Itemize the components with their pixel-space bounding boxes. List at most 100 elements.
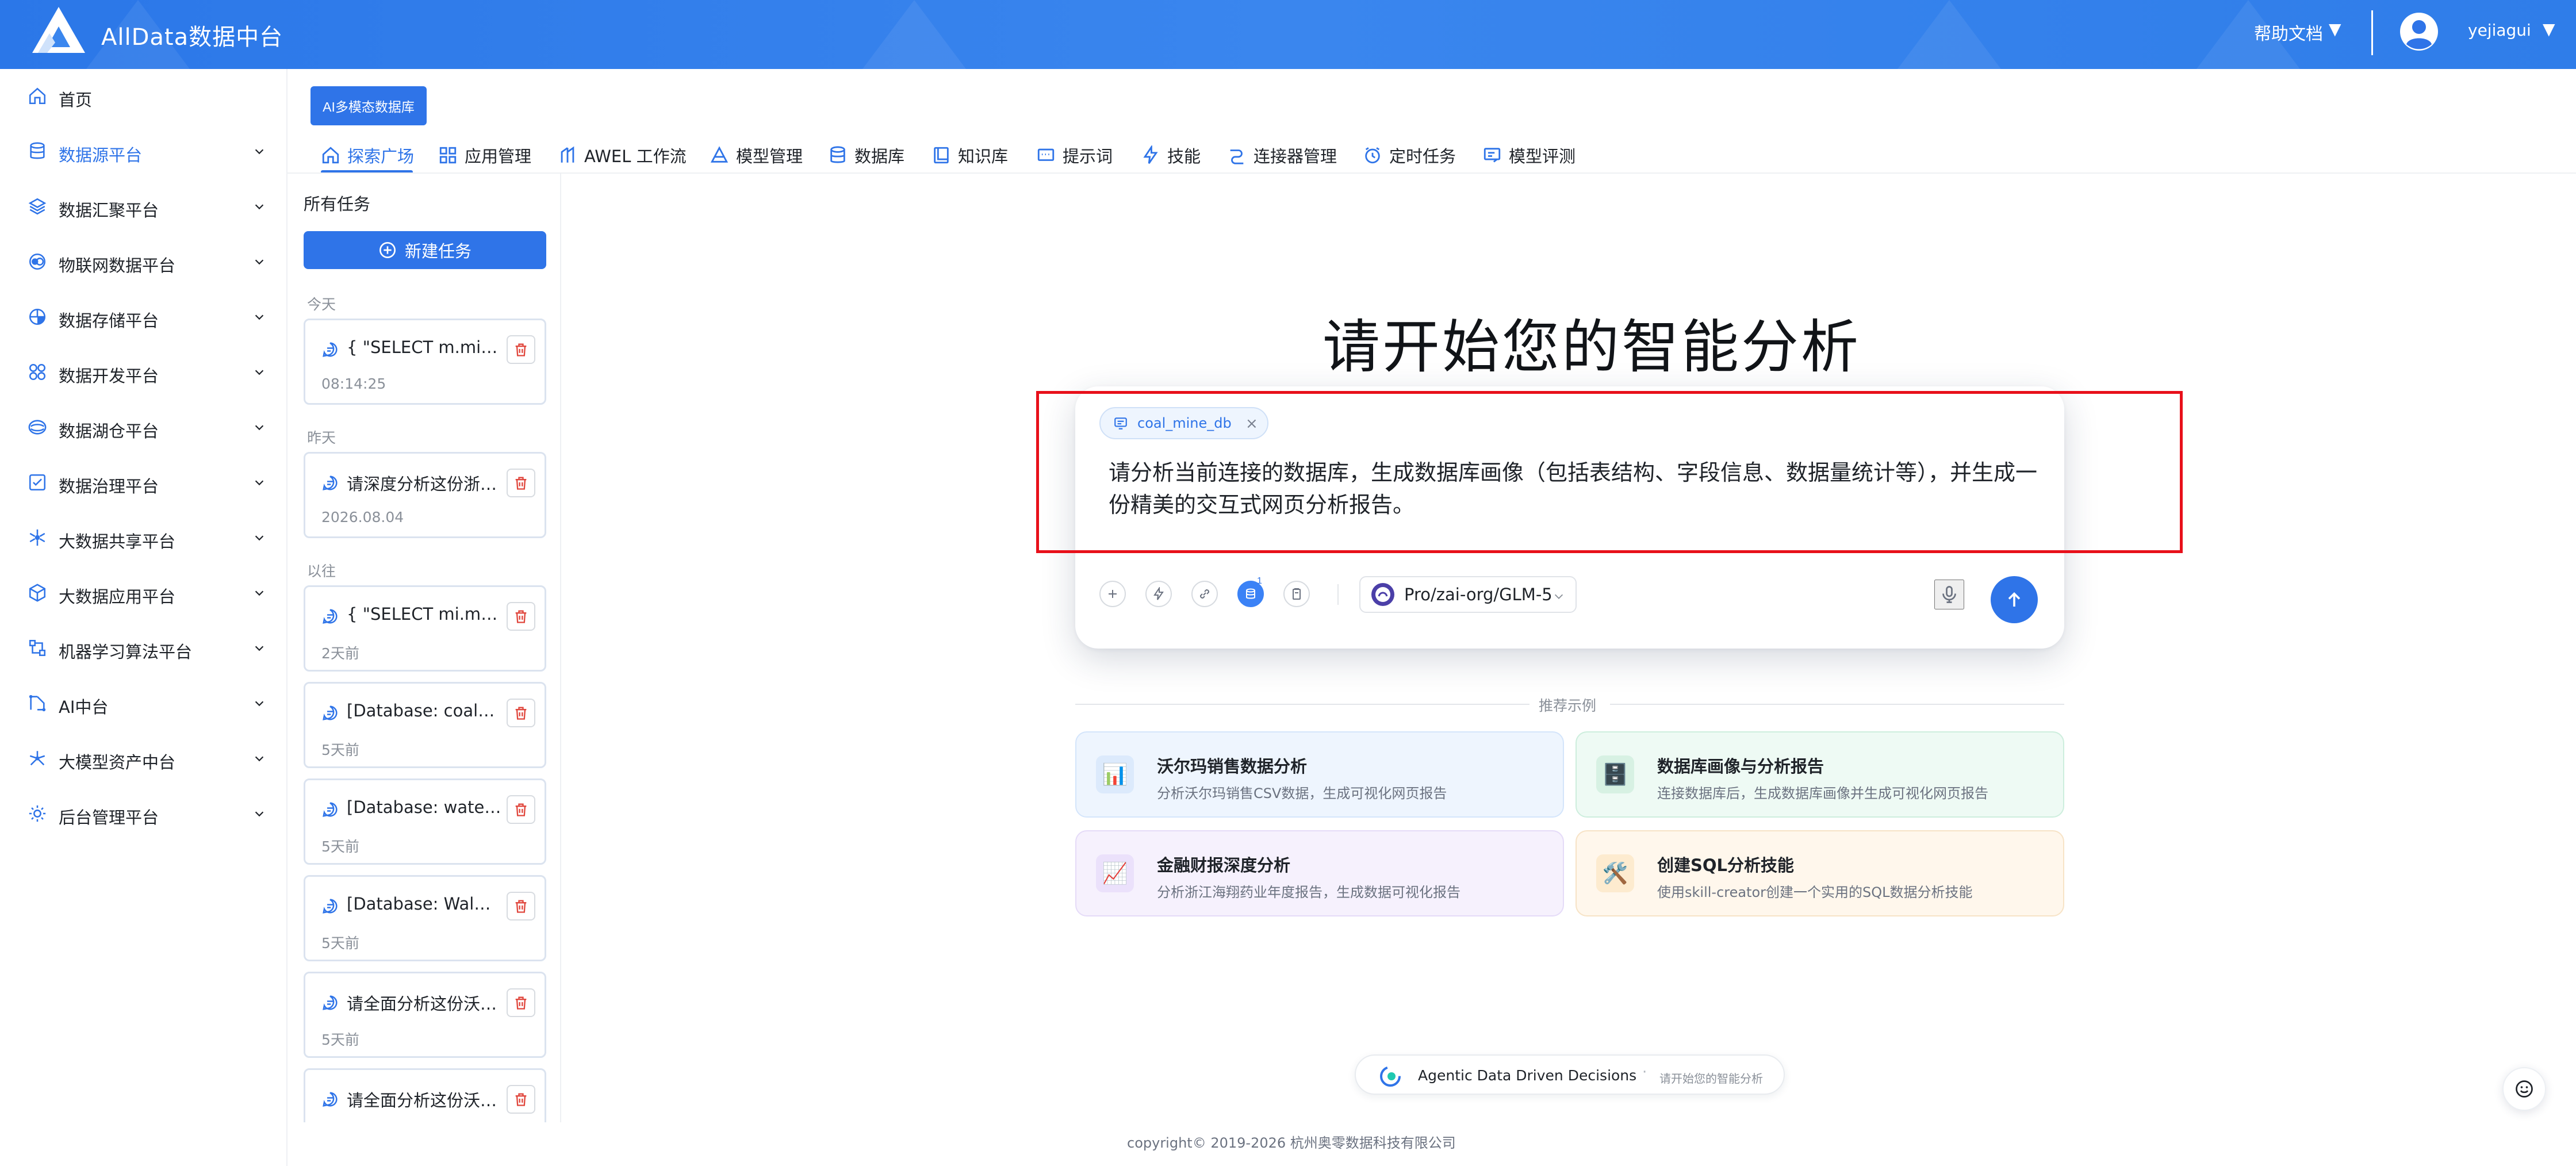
chip-close-icon[interactable]: × — [1245, 415, 1258, 432]
task-time: 08:14:25 — [321, 375, 386, 392]
help-dropdown-arrow-icon[interactable]: ▼ — [2329, 20, 2341, 39]
delete-task-button[interactable] — [507, 602, 535, 631]
alldata-logo-icon[interactable] — [30, 5, 87, 55]
delete-task-button[interactable] — [507, 988, 535, 1017]
example-card-financial[interactable]: 📈 金融财报深度分析 分析浙江海翔药业年度报告，生成数据可视化报告 — [1075, 830, 1564, 916]
user-dropdown-arrow-icon[interactable]: ▼ — [2543, 20, 2555, 39]
delete-task-button[interactable] — [507, 469, 535, 497]
bolt-icon — [1153, 587, 1164, 600]
task-title: 请全面分析这份沃尔玛销售数据 — [347, 1091, 502, 1110]
skills-button[interactable] — [1145, 581, 1172, 607]
sidebar: 首页 数据源平台 数据汇聚平台 物联网数据平台 数据存储平台 数据开发平台 数据… — [0, 69, 288, 1166]
task-time: 5天前 — [321, 742, 359, 758]
example-card-sql-skill[interactable]: 🛠️ 创建SQL分析技能 使用skill-creator创建一个实用的SQL数据… — [1575, 830, 2064, 916]
sidebar-item-lakehouse[interactable]: 数据湖仓平台 — [0, 400, 285, 455]
task-card[interactable]: [Database: coal_mine_db] 5天前 — [304, 682, 546, 768]
tab-model-evaluation[interactable]: 模型评测 — [1482, 137, 1575, 174]
chevron-down-icon — [255, 811, 264, 817]
tab-explore[interactable]: 探索广场 — [321, 137, 414, 174]
sidebar-item-ml[interactable]: 机器学习算法平台 — [0, 621, 285, 676]
delete-task-button[interactable] — [507, 1085, 535, 1114]
send-button[interactable] — [1991, 576, 2038, 623]
link-button[interactable] — [1191, 581, 1218, 607]
tab-apps[interactable]: 应用管理 — [438, 137, 531, 174]
clipboard-button[interactable] — [1283, 581, 1310, 607]
task-title: [Database: coal_mine_db] — [347, 701, 502, 720]
trash-icon — [515, 803, 527, 816]
tab-label: AWEL 工作流 — [584, 147, 687, 166]
ai-multimodal-db-tag[interactable]: AI多模态数据库 — [310, 86, 427, 125]
clipboard-icon — [1293, 588, 1301, 600]
database-icon — [30, 142, 45, 159]
user-avatar-icon[interactable] — [2399, 11, 2439, 52]
sidebar-item-iot[interactable]: 物联网数据平台 — [0, 235, 285, 290]
task-card[interactable]: 请深度分析这份浙江海翔药业年度报告 2026.08.04 — [304, 452, 546, 538]
sidebar-item-development[interactable]: 数据开发平台 — [0, 345, 285, 400]
chevron-down-icon — [255, 149, 264, 155]
task-card[interactable]: 请全面分析这份沃尔玛销售数据 — [304, 1068, 546, 1122]
task-card[interactable]: [Database: Walmart_sales] 5天前 — [304, 875, 546, 961]
sidebar-item-home[interactable]: 首页 — [0, 69, 285, 124]
sidebar-item-ai[interactable]: AI中台 — [0, 676, 285, 731]
task-title: { "SELECT mi.mine_name" — [347, 604, 502, 624]
task-time: 5天前 — [321, 935, 359, 952]
sidebar-item-sharing[interactable]: 大数据共享平台 — [0, 511, 285, 566]
tab-models[interactable]: 模型管理 — [710, 137, 803, 174]
task-time: 2026.08.04 — [321, 509, 404, 526]
tab-prompts[interactable]: 提示词 — [1036, 137, 1113, 174]
sidebar-item-label: 数据湖仓平台 — [59, 421, 159, 441]
smiley-icon — [2516, 1080, 2533, 1098]
line-chart-icon: 📈 — [1096, 854, 1134, 892]
database-tool-button[interactable]: 1 — [1237, 576, 1264, 607]
task-title: [Database: Walmart_sales] — [347, 894, 502, 914]
trash-icon — [515, 900, 527, 913]
sidebar-item-model-asset[interactable]: 大模型资产中台 — [0, 731, 285, 787]
delete-task-button[interactable] — [507, 795, 535, 824]
chevron-down-icon — [255, 314, 264, 320]
sidebar-item-storage[interactable]: 数据存储平台 — [0, 290, 285, 345]
tab-connectors[interactable]: 连接器管理 — [1227, 137, 1337, 174]
examples-divider-left — [1075, 704, 1529, 705]
model-icon — [710, 146, 729, 163]
prompt-input[interactable]: 请分析当前连接的数据库，生成数据库画像（包括表结构、字段信息、数据量统计等），并… — [1109, 457, 2040, 521]
delete-task-button[interactable] — [507, 335, 535, 364]
sidebar-item-application[interactable]: 大数据应用平台 — [0, 566, 285, 621]
example-card-walmart[interactable]: 📊 沃尔玛销售数据分析 分析沃尔玛销售CSV数据，生成可视化网页报告 — [1075, 731, 1564, 818]
sidebar-item-datasource[interactable]: 数据源平台 — [0, 124, 285, 179]
examples-label: 推荐示例 — [1539, 697, 1597, 714]
examples-divider-right — [1610, 704, 2064, 705]
task-card[interactable]: [Database: water_quality] 5天前 — [304, 778, 546, 865]
sidebar-item-governance[interactable]: 数据治理平台 — [0, 455, 285, 511]
tagline-title: Agentic Data Driven Decisions — [1418, 1067, 1637, 1084]
tab-scheduled-tasks[interactable]: 定时任务 — [1363, 137, 1456, 174]
tab-knowledge[interactable]: 知识库 — [931, 137, 1008, 174]
delete-task-button[interactable] — [507, 892, 535, 920]
sidebar-item-label: 数据汇聚平台 — [59, 201, 159, 220]
task-card[interactable]: { "SELECT mi.mine_name" 2天前 — [304, 585, 546, 672]
delete-task-button[interactable] — [507, 699, 535, 727]
sidebar-item-label: 数据存储平台 — [59, 311, 159, 331]
help-docs-link[interactable]: 帮助文档 — [2254, 20, 2323, 45]
feedback-button[interactable] — [2502, 1067, 2546, 1111]
microphone-button[interactable] — [1934, 580, 1964, 609]
bar-chart-icon: 📊 — [1096, 755, 1134, 793]
sidebar-item-aggregation[interactable]: 数据汇聚平台 — [0, 179, 285, 235]
task-panel-title: 所有任务 — [304, 194, 371, 214]
sidebar-item-label: 首页 — [59, 90, 93, 110]
tab-skills[interactable]: 技能 — [1141, 137, 1201, 174]
tab-database[interactable]: 数据库 — [828, 137, 904, 174]
iot-icon — [29, 253, 46, 270]
database-chip[interactable]: coal_mine_db × — [1099, 407, 1268, 439]
database-chip-icon — [1114, 417, 1127, 429]
sidebar-item-admin[interactable]: 后台管理平台 — [0, 787, 285, 842]
trash-icon — [515, 477, 527, 490]
add-attachment-button[interactable] — [1099, 581, 1126, 607]
example-card-db-profile[interactable]: 🗄️ 数据库画像与分析报告 连接数据库后，生成数据库画像并生成可视化网页报告 — [1575, 731, 2064, 818]
model-select[interactable]: Pro/zai-org/GLM-5 — [1359, 576, 1577, 613]
new-task-button[interactable]: 新建任务 — [304, 231, 546, 269]
task-card[interactable]: 请全面分析这份沃尔玛销售数据 5天前 — [304, 972, 546, 1058]
tab-awel-workflow[interactable]: AWEL 工作流 — [558, 137, 687, 174]
username[interactable]: yejiagui — [2468, 21, 2531, 40]
task-card[interactable]: { "SELECT m.mine_name, m.address" 08:14:… — [304, 319, 546, 405]
chat-icon — [323, 475, 338, 490]
